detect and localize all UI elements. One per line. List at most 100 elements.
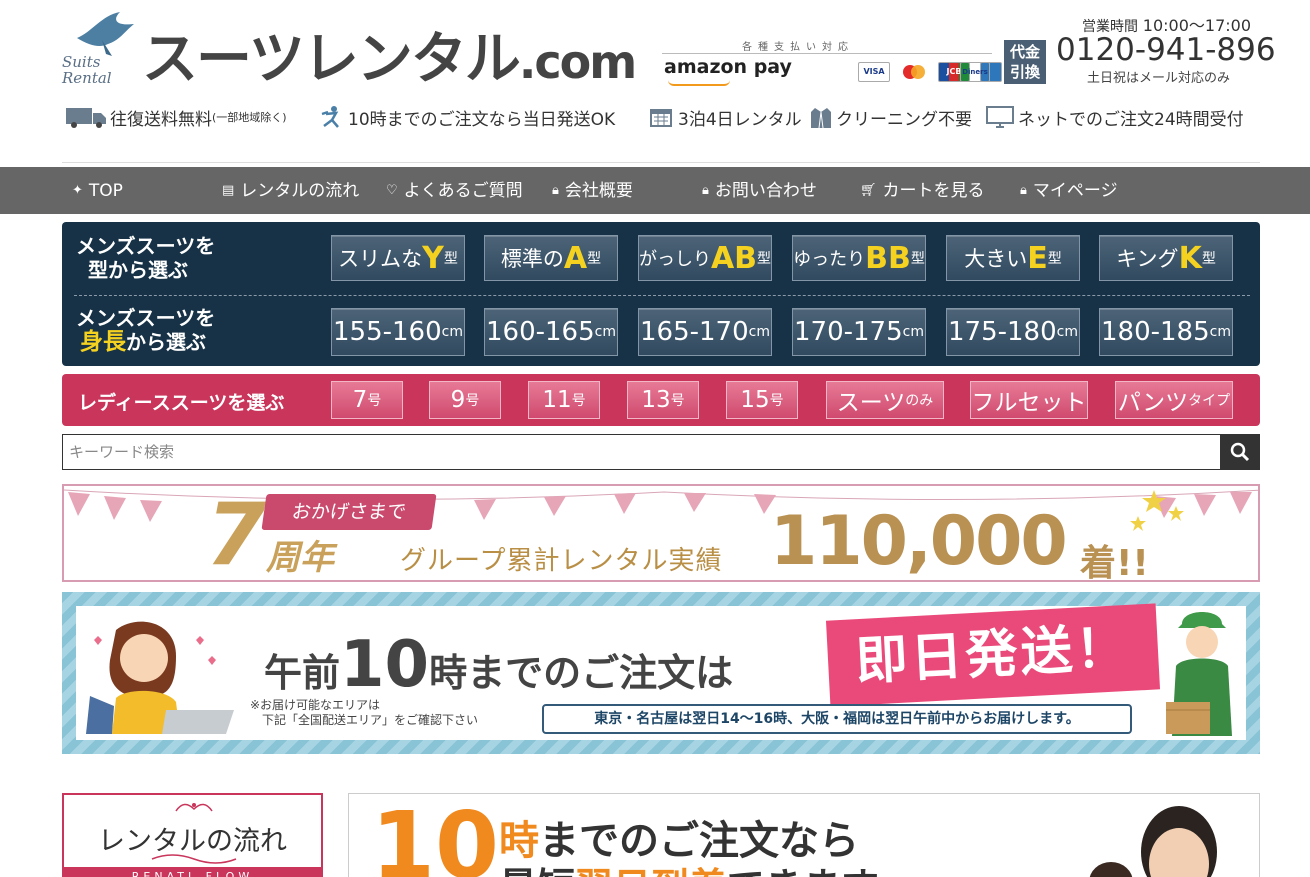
- feature-text: 3泊4日レンタル: [678, 109, 802, 130]
- ladies-size-9-button[interactable]: 9号: [429, 381, 501, 419]
- site-header: Suits Rental スーツレンタル.com 各種支払い対応 amazon …: [62, 0, 1276, 165]
- btn-post: 型: [587, 251, 602, 267]
- nav-contact[interactable]: 🔒︎ お問い合わせ: [702, 167, 817, 214]
- btn-main: 7: [352, 387, 368, 413]
- calendar-icon: [650, 109, 672, 127]
- headline-part: 午前: [264, 651, 341, 695]
- btn-big: AB: [710, 240, 758, 276]
- man-portrait-photo: [1089, 806, 1217, 877]
- ladies-size-7-button[interactable]: 7号: [331, 381, 403, 419]
- mens-type-ab-button[interactable]: がっしり AB 型: [638, 235, 772, 281]
- ladies-size-15-button[interactable]: 15 号: [726, 381, 798, 419]
- search-button[interactable]: [1220, 434, 1260, 470]
- nav-label: カートを見る: [882, 180, 985, 201]
- anniversary-label: 周年: [266, 538, 334, 578]
- header-divider: [62, 162, 1260, 163]
- btn-main: フルセット: [971, 390, 1087, 416]
- mens-height-160-button[interactable]: 160-165 cm: [484, 308, 618, 356]
- ladies-size-13-button[interactable]: 13 号: [627, 381, 699, 419]
- feature-24h-order: ネットでのご注文24時間受付: [986, 102, 1244, 132]
- btn-pre: 標準の: [500, 247, 564, 271]
- logo-script-text: Suits Rental: [62, 53, 112, 87]
- btn-main: 15: [740, 387, 770, 413]
- rental-flow-card[interactable]: レンタルの流れ RENATL FLOW: [62, 793, 323, 877]
- feature-text: クリーニング不要: [836, 109, 972, 130]
- ornament-decoration: [151, 854, 237, 864]
- nav-cart[interactable]: 🛒︎ カートを見る: [860, 167, 985, 214]
- mens-type-label: メンズスーツを 型から選ぶ: [76, 234, 215, 282]
- mens-type-y-button[interactable]: スリムな Y 型: [331, 235, 465, 281]
- mens-height-170-button[interactable]: 170-175 cm: [792, 308, 926, 356]
- feature-same-day: 10時までのご注文なら当日発送OK: [318, 102, 615, 132]
- mens-height-155-button[interactable]: 155-160 cm: [331, 308, 465, 356]
- lock-icon: 🔒︎: [552, 182, 559, 198]
- mens-type-e-button[interactable]: 大きい E 型: [946, 235, 1080, 281]
- promo-text: 最短: [499, 865, 575, 877]
- banner-inner: 午前10時までのご注文は 即日発送！ ※お届け可能なエリアは 下記「全国配送エリ…: [76, 603, 1246, 740]
- nav-top[interactable]: ✦ TOP: [72, 167, 123, 214]
- btn-unit: cm: [1056, 324, 1078, 340]
- nav-company[interactable]: 🔒︎ 会社概要: [552, 167, 633, 214]
- btn-pre: がっしり: [638, 249, 711, 270]
- cod-badge: 代金 引換: [1004, 40, 1046, 84]
- order-deadline-headline: 午前10時までのご注文は: [264, 628, 733, 702]
- feature-rental-period: 3泊4日レンタル: [648, 102, 802, 132]
- logo-main-text: スーツレンタル: [142, 27, 521, 92]
- search-input[interactable]: [63, 435, 1221, 469]
- rental-record-number: 110,000: [770, 502, 1068, 581]
- site-logo[interactable]: Suits Rental スーツレンタル.com: [62, 10, 637, 95]
- heart-icon: ♡: [386, 182, 398, 198]
- woman-at-laptop-illustration: [86, 621, 234, 734]
- nav-mypage[interactable]: 🔒︎ マイページ: [1020, 167, 1118, 214]
- ladies-suit-only-button[interactable]: スーツ のみ: [826, 381, 944, 419]
- btn-small: タイプ: [1188, 393, 1231, 409]
- next-day-arrival-banner[interactable]: 10 時までのご注文なら 最短翌日到着できます: [348, 793, 1260, 877]
- same-day-shipping-banner[interactable]: 午前10時までのご注文は 即日発送！ ※お届け可能なエリアは 下記「全国配送エリ…: [62, 592, 1260, 754]
- visa-card-icon: VISA: [858, 62, 890, 82]
- btn-unit: cm: [1209, 324, 1231, 340]
- ornament-decoration: [175, 803, 213, 812]
- delivery-times-box: 東京・名古屋は翌日14〜16時、大阪・福岡は翌日午前中からお届けします。: [542, 704, 1132, 734]
- mens-height-175-button[interactable]: 175-180 cm: [946, 308, 1080, 356]
- nav-label: 会社概要: [564, 180, 633, 201]
- btn-unit: cm: [902, 324, 924, 340]
- nav-label: よくあるご質問: [403, 180, 523, 201]
- mens-height-180-button[interactable]: 180-185 cm: [1099, 308, 1233, 356]
- diners-card-icon: Diners: [960, 62, 990, 82]
- truck-icon: [66, 108, 106, 128]
- btn-post: 型: [910, 251, 925, 267]
- payment-methods: 各種支払い対応 amazon pay VISA JCB: [662, 38, 1002, 88]
- payment-title: 各種支払い対応: [742, 42, 854, 53]
- btn-small: のみ: [905, 393, 934, 409]
- mastercard-icon: [898, 62, 930, 82]
- btn-unit: cm: [441, 324, 463, 340]
- cart-icon: 🛒︎: [860, 182, 877, 198]
- mens-type-bb-button[interactable]: ゆったり BB 型: [792, 235, 926, 281]
- running-man-icon: [321, 106, 339, 128]
- anniversary-ribbon: おかげさまで: [261, 494, 437, 530]
- ladies-pants-type-button[interactable]: パンツ タイプ: [1115, 381, 1233, 419]
- note-line: 下記「全国配送エリア」をご確認下さい: [250, 713, 479, 727]
- amazon-smile-icon: [668, 80, 730, 86]
- mens-type-k-button[interactable]: キング K 型: [1099, 235, 1233, 281]
- phone-number[interactable]: 0120-941-896: [1056, 32, 1276, 68]
- btn-big: Y: [422, 240, 444, 276]
- feature-text: ネットでのご注文24時間受付: [1018, 109, 1244, 130]
- ladies-full-set-button[interactable]: フルセット: [970, 381, 1088, 419]
- delivery-area-note: ※お届け可能なエリアは 下記「全国配送エリア」をご確認下さい: [250, 698, 478, 728]
- btn-num: 155-160: [333, 317, 442, 347]
- document-icon: ▤: [222, 182, 235, 198]
- nav-faq[interactable]: ♡ よくあるご質問: [386, 167, 523, 214]
- mens-type-a-button[interactable]: 標準の A 型: [484, 235, 618, 281]
- anniversary-banner[interactable]: 7 おかげさまで 周年 グループ累計レンタル実績 110,000 着!!: [62, 484, 1260, 582]
- feature-text: 往復送料無料: [110, 109, 212, 130]
- btn-post: 型: [1047, 251, 1062, 267]
- btn-small: 号: [465, 393, 480, 409]
- nav-rental-flow[interactable]: ▤ レンタルの流れ: [222, 167, 359, 214]
- amazon-pay-logo: amazon pay: [664, 56, 792, 86]
- btn-big: K: [1178, 240, 1202, 276]
- btn-num: 170-175: [794, 317, 903, 347]
- ladies-size-11-button[interactable]: 11 号: [528, 381, 600, 419]
- amazon-pay-text: amazon pay: [664, 56, 792, 78]
- mens-height-165-button[interactable]: 165-170 cm: [638, 308, 772, 356]
